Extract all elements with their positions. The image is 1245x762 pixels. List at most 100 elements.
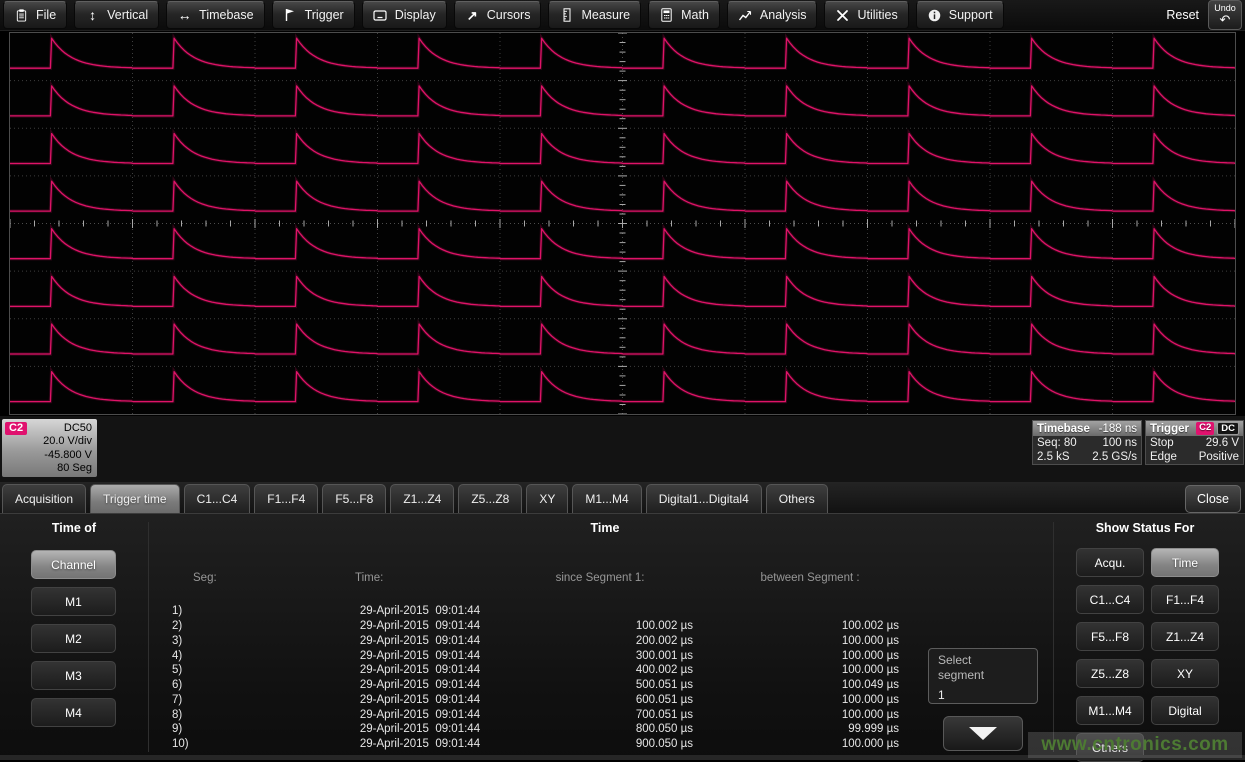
- status-button-z1-z4[interactable]: Z1...Z4: [1151, 622, 1219, 651]
- channel-c2-descriptor[interactable]: C2 DC50 20.0 V/div -45.800 V 80 Seg: [2, 419, 97, 477]
- menu-item-display[interactable]: Display: [362, 1, 447, 29]
- menu-item-analysis[interactable]: Analysis: [727, 1, 818, 29]
- trigger-level: 29.6 V: [1206, 436, 1239, 450]
- cell-seg: 5): [150, 664, 255, 676]
- tab-z1-z4[interactable]: Z1...Z4: [390, 484, 454, 513]
- trigger-source-badge: C2: [1196, 422, 1214, 435]
- cell-between-segment: 100.000 µs: [693, 664, 899, 676]
- table-row: 9)29-April-2015 09:01:44800.050 µs99.999…: [150, 722, 899, 737]
- status-button-time[interactable]: Time: [1151, 548, 1219, 577]
- time-of-button-m1[interactable]: M1: [31, 587, 116, 616]
- timebase-descriptor[interactable]: Timebase -188 ns Seq: 80 100 ns 2.5 kS 2…: [1032, 420, 1142, 465]
- cell-since-segment-1: 100.002 µs: [585, 620, 693, 632]
- menu-item-cursors[interactable]: ↗Cursors: [454, 1, 542, 29]
- status-button-c1-c4[interactable]: C1...C4: [1076, 585, 1144, 614]
- sequence-waveform-mosaic: [10, 33, 1235, 414]
- header-time: Time:: [355, 572, 383, 584]
- channel-scale: 20.0 V/div: [5, 435, 92, 449]
- select-segment-field[interactable]: Select segment 1: [928, 648, 1038, 704]
- trigger-descriptor[interactable]: Trigger C2 DC Stop 29.6 V Edge Positive: [1145, 420, 1244, 465]
- cell-since-segment-1: 900.050 µs: [585, 738, 693, 750]
- menu-item-timebase[interactable]: ↔Timebase: [166, 1, 264, 29]
- undo-button[interactable]: Undo ↶: [1208, 0, 1242, 30]
- cell-since-segment-1: 200.002 µs: [585, 635, 693, 647]
- cell-between-segment: 100.049 µs: [693, 679, 899, 691]
- close-button[interactable]: Close: [1185, 485, 1241, 513]
- time-of-button-m4[interactable]: M4: [31, 698, 116, 727]
- tab-c1-c4[interactable]: C1...C4: [184, 484, 251, 513]
- status-button-xy[interactable]: XY: [1151, 659, 1219, 688]
- cell-since-segment-1: 800.050 µs: [585, 723, 693, 735]
- tab-others[interactable]: Others: [766, 484, 828, 513]
- menu-item-label: Trigger: [305, 8, 344, 22]
- tab-acquisition[interactable]: Acquisition: [2, 484, 86, 513]
- timebase-rate: 2.5 GS/s: [1092, 450, 1137, 464]
- menu-right-group: Reset Undo ↶: [1166, 0, 1245, 30]
- time-of-title: Time of: [0, 521, 148, 535]
- menu-item-math[interactable]: Math: [648, 1, 720, 29]
- timebase-per-div: 100 ns: [1102, 436, 1137, 450]
- menu-item-trigger[interactable]: Trigger: [272, 1, 355, 29]
- cell-time: 29-April-2015 09:01:44: [255, 635, 585, 647]
- cell-since-segment-1: 500.051 µs: [585, 679, 693, 691]
- tab-f1-f4[interactable]: F1...F4: [254, 484, 318, 513]
- cell-between-segment: 99.999 µs: [693, 723, 899, 735]
- timebase-seq: Seq: 80: [1037, 436, 1077, 450]
- chart-icon: [738, 9, 753, 22]
- menu-item-label: Support: [949, 8, 993, 22]
- channel-offset: -45.800 V: [5, 449, 92, 463]
- segment-table: 1)29-April-2015 09:01:442)29-April-2015 …: [150, 604, 899, 752]
- menu-item-label: Analysis: [760, 8, 807, 22]
- status-button-f1-f4[interactable]: F1...F4: [1151, 585, 1219, 614]
- menu-item-label: Cursors: [487, 8, 531, 22]
- table-row: 3)29-April-2015 09:01:44200.002 µs100.00…: [150, 634, 899, 649]
- reset-button[interactable]: Reset: [1166, 8, 1199, 22]
- table-row: 6)29-April-2015 09:01:44500.051 µs100.04…: [150, 678, 899, 693]
- tab-trigger-time[interactable]: Trigger time: [90, 484, 180, 513]
- table-row: 4)29-April-2015 09:01:44300.001 µs100.00…: [150, 648, 899, 663]
- status-button-digital[interactable]: Digital: [1151, 696, 1219, 725]
- menu-item-file[interactable]: File: [3, 1, 67, 29]
- cell-between-segment: 100.000 µs: [693, 738, 899, 750]
- cell-since-segment-1: 700.051 µs: [585, 709, 693, 721]
- menu-item-label: Timebase: [199, 8, 253, 22]
- tab-z5-z8[interactable]: Z5...Z8: [458, 484, 522, 513]
- table-row: 10)29-April-2015 09:01:44900.050 µs100.0…: [150, 737, 899, 752]
- menu-item-label: File: [36, 8, 56, 22]
- cell-time: 29-April-2015 09:01:44: [255, 605, 585, 617]
- cell-since-segment-1: 400.002 µs: [585, 664, 693, 676]
- segment-scroll-down-button[interactable]: [943, 716, 1023, 751]
- status-button-f5-f8[interactable]: F5...F8: [1076, 622, 1144, 651]
- tab-f5-f8[interactable]: F5...F8: [322, 484, 386, 513]
- cell-time: 29-April-2015 09:01:44: [255, 738, 585, 750]
- status-button-m1-m4[interactable]: M1...M4: [1076, 696, 1144, 725]
- trigger-mode: Stop: [1150, 436, 1174, 450]
- cell-seg: 1): [150, 605, 255, 617]
- status-button-acqu-[interactable]: Acqu.: [1076, 548, 1144, 577]
- time-of-button-m3[interactable]: M3: [31, 661, 116, 690]
- tab-xy[interactable]: XY: [526, 484, 568, 513]
- menu-item-label: Math: [681, 8, 709, 22]
- cell-time: 29-April-2015 09:01:44: [255, 650, 585, 662]
- cell-time: 29-April-2015 09:01:44: [255, 709, 585, 721]
- menu-item-support[interactable]: Support: [916, 1, 1004, 29]
- tab-digital1-digital4[interactable]: Digital1...Digital4: [646, 484, 762, 513]
- watermark: www.cntronics.com: [1028, 732, 1242, 758]
- menu-item-vertical[interactable]: ↕Vertical: [74, 1, 159, 29]
- cell-time: 29-April-2015 09:01:44: [255, 723, 585, 735]
- show-status-title: Show Status For: [1061, 521, 1229, 535]
- menu-item-measure[interactable]: Measure: [548, 1, 641, 29]
- cell-seg: 7): [150, 694, 255, 706]
- time-of-button-m2[interactable]: M2: [31, 624, 116, 653]
- status-button-z5-z8[interactable]: Z5...Z8: [1076, 659, 1144, 688]
- waveform-display: [9, 32, 1236, 415]
- menu-item-label: Vertical: [107, 8, 148, 22]
- tab-m1-m4[interactable]: M1...M4: [572, 484, 641, 513]
- menu-item-utilities[interactable]: Utilities: [824, 1, 908, 29]
- dialog-tab-bar: AcquisitionTrigger timeC1...C4F1...F4F5.…: [0, 482, 1245, 513]
- timebase-samples: 2.5 kS: [1037, 450, 1070, 464]
- panel-separator-right: [1053, 522, 1054, 752]
- cell-between-segment: 100.000 µs: [693, 650, 899, 662]
- cell-between-segment: 100.000 µs: [693, 694, 899, 706]
- timebase-delay: -188 ns: [1099, 423, 1137, 435]
